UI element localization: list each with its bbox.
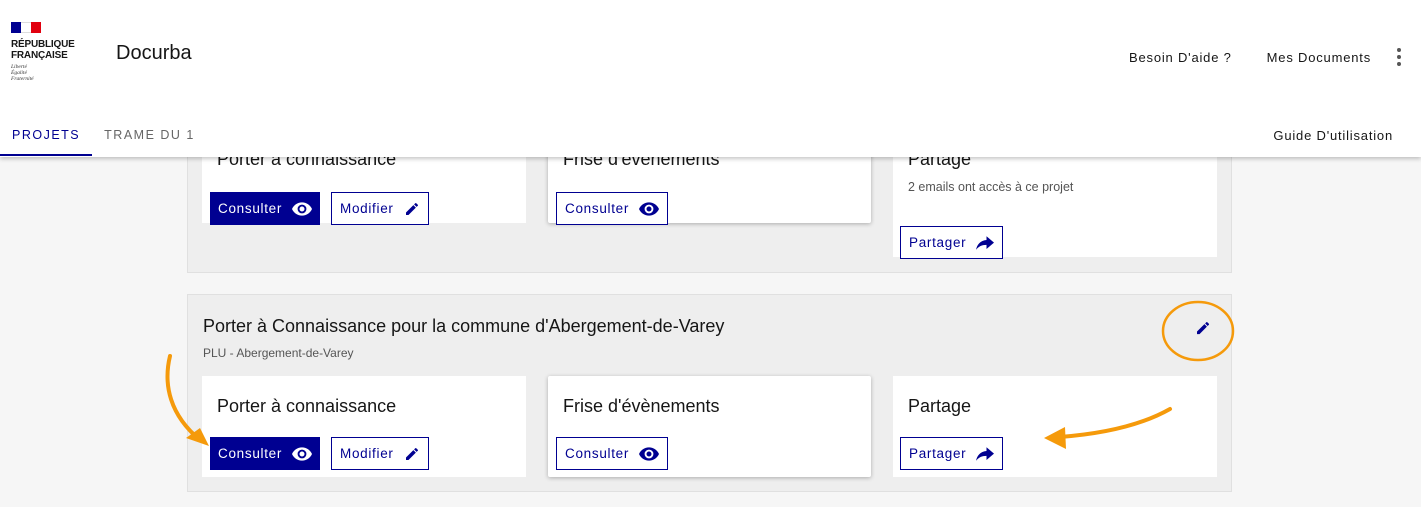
button-label: Partager	[909, 446, 967, 461]
share-button[interactable]: Partager	[900, 437, 1004, 470]
card-title: Frise d'évènements	[563, 396, 720, 416]
eye-icon	[292, 201, 313, 216]
pencil-icon[interactable]	[1191, 316, 1215, 340]
share-arrow-icon	[976, 235, 995, 250]
modify-button[interactable]: Modifier	[331, 192, 429, 225]
consult-button[interactable]: Consulter	[210, 437, 321, 470]
eye-icon	[639, 201, 660, 216]
button-label: Modifier	[340, 201, 394, 216]
frise-card: Frise d'évènements Consulter	[548, 376, 871, 477]
french-flag-icon	[11, 22, 41, 33]
tab-projets[interactable]: PROJETS	[0, 121, 93, 156]
button-label: Consulter	[218, 201, 283, 216]
button-label: Consulter	[565, 201, 630, 216]
consult-button[interactable]: Consulter	[556, 192, 669, 225]
consult-button[interactable]: Consulter	[556, 437, 669, 470]
eye-icon	[639, 446, 660, 461]
consult-button[interactable]: Consulter	[210, 192, 321, 225]
project-card: Porter à Connaissance pour la commune d'…	[187, 294, 1232, 492]
header-links: Besoin D'aide ? Mes Documents	[1094, 48, 1401, 66]
help-link[interactable]: Besoin D'aide ?	[1129, 50, 1232, 65]
card-title: Porter à connaissance	[217, 396, 397, 416]
button-label: Consulter	[218, 446, 283, 461]
project-subtitle: PLU - Abergement-de-Varey	[203, 346, 354, 360]
button-label: Partager	[909, 235, 967, 250]
share-button[interactable]: Partager	[900, 226, 1004, 259]
republique-francaise-logo[interactable]: RÉPUBLIQUE FRANÇAISE Liberté Égalité Fra…	[11, 22, 75, 82]
share-info: 2 emails ont accès à ce projet	[908, 180, 1074, 194]
button-label: Modifier	[340, 446, 394, 461]
modify-button[interactable]: Modifier	[331, 437, 429, 470]
partage-card: Partage Partager	[893, 376, 1217, 477]
kebab-menu-icon[interactable]	[1397, 48, 1401, 66]
card-title: Partage	[908, 396, 972, 416]
button-label: Consulter	[565, 446, 630, 461]
user-guide-link[interactable]: Guide D'utilisation	[1273, 128, 1393, 143]
share-arrow-icon	[976, 446, 995, 461]
my-documents-link[interactable]: Mes Documents	[1267, 50, 1371, 65]
project-title: Porter à Connaissance pour la commune d'…	[203, 316, 725, 336]
porter-card: Porter à connaissance Consulter Modifier	[202, 376, 526, 477]
site-header: RÉPUBLIQUE FRANÇAISE Liberté Égalité Fra…	[0, 0, 1421, 157]
eye-icon	[292, 446, 313, 461]
logo-title: RÉPUBLIQUE FRANÇAISE	[11, 39, 75, 61]
logo-motto: Liberté Égalité Fraternité	[11, 64, 34, 82]
tab-bar: PROJETS TRAME DU 1	[0, 121, 207, 156]
app-name[interactable]: Docurba	[116, 42, 192, 65]
pencil-icon	[405, 202, 418, 215]
pencil-icon	[405, 447, 418, 460]
tab-trame[interactable]: TRAME DU 1	[92, 121, 207, 156]
